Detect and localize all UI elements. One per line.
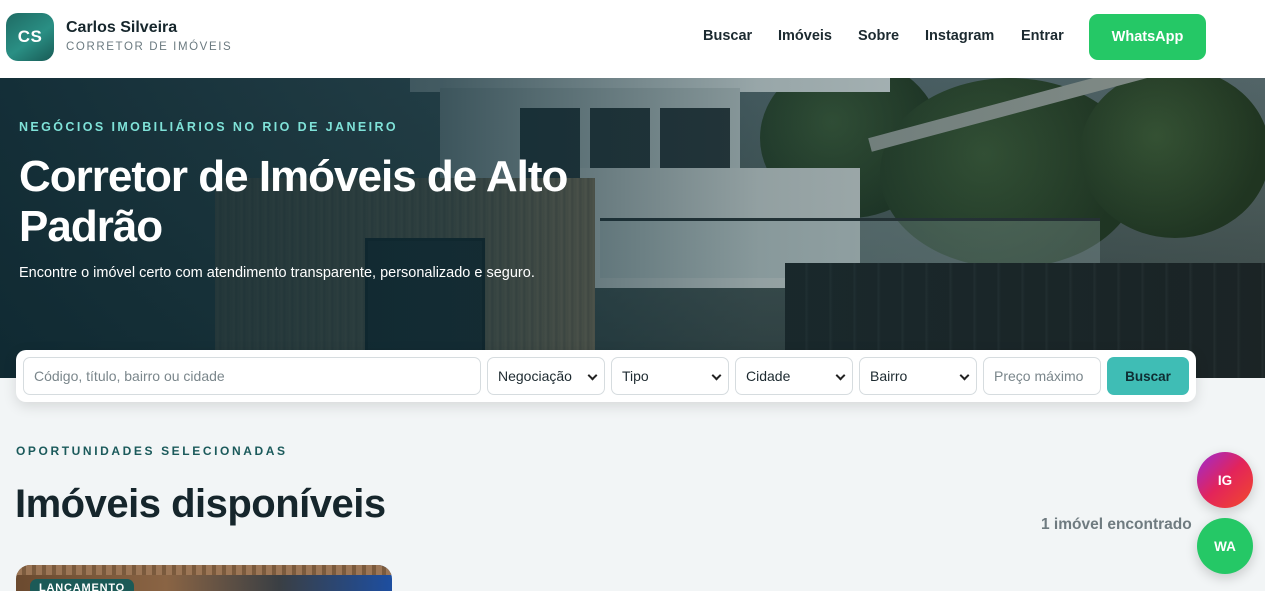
search-bar: Código, título, bairro ou cidade Negocia… — [16, 350, 1196, 402]
results-count: 1 imóvel encontrado — [1041, 516, 1192, 533]
nav-link-imoveis[interactable]: Imóveis — [778, 28, 832, 44]
bairro-select-label: Bairro — [870, 368, 908, 384]
preco-maximo-input[interactable]: Preço máximo — [983, 357, 1101, 395]
tipo-select[interactable]: Tipo — [611, 357, 729, 395]
search-input[interactable]: Código, título, bairro ou cidade — [23, 357, 481, 395]
chevron-down-icon — [711, 370, 722, 381]
bairro-select[interactable]: Bairro — [859, 357, 977, 395]
property-card[interactable]: LANÇAMENTO — [16, 565, 392, 591]
hero-banner: NEGÓCIOS IMOBILIÁRIOS NO RIO DE JANEIRO … — [0, 78, 1265, 378]
hero-subtitle: Encontre o imóvel certo com atendimento … — [19, 265, 535, 281]
logo-badge[interactable]: CS — [6, 13, 54, 61]
property-card-image — [16, 565, 392, 575]
listings-title: Imóveis disponíveis — [15, 482, 386, 526]
chevron-down-icon — [959, 370, 970, 381]
chevron-down-icon — [835, 370, 846, 381]
hero-eyebrow: NEGÓCIOS IMOBILIÁRIOS NO RIO DE JANEIRO — [19, 120, 399, 134]
site-header: CS Carlos Silveira CORRETOR DE IMÓVEIS B… — [0, 0, 1265, 78]
hero-title: Corretor de Imóveis de Alto Padrão — [19, 152, 568, 251]
cidade-select[interactable]: Cidade — [735, 357, 853, 395]
search-button[interactable]: Buscar — [1107, 357, 1189, 395]
brand-name[interactable]: Carlos Silveira — [66, 19, 177, 37]
chevron-down-icon — [587, 370, 598, 381]
nav-link-buscar[interactable]: Buscar — [703, 28, 752, 44]
negociacao-select[interactable]: Negociação — [487, 357, 605, 395]
tipo-select-label: Tipo — [622, 368, 649, 384]
nav-link-entrar[interactable]: Entrar — [1021, 28, 1064, 44]
negociacao-select-label: Negociação — [498, 368, 572, 384]
status-badge: LANÇAMENTO — [30, 579, 135, 591]
nav-link-sobre[interactable]: Sobre — [858, 28, 899, 44]
listings-eyebrow: OPORTUNIDADES SELECIONADAS — [16, 444, 288, 458]
cidade-select-label: Cidade — [746, 368, 791, 384]
whatsapp-floating-button[interactable]: WA — [1197, 518, 1253, 574]
whatsapp-button[interactable]: WhatsApp — [1089, 14, 1206, 60]
brand-role: CORRETOR DE IMÓVEIS — [66, 41, 233, 53]
nav-link-instagram[interactable]: Instagram — [925, 28, 994, 44]
instagram-floating-button[interactable]: IG — [1197, 452, 1253, 508]
